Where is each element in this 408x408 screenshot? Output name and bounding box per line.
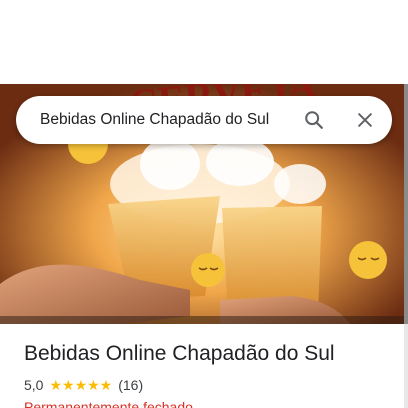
- rating-row[interactable]: 5,0 ★★★★★ (16): [24, 376, 394, 394]
- place-info: Bebidas Online Chapadão do Sul 5,0 ★★★★★…: [24, 340, 394, 408]
- top-blank-area: [0, 0, 408, 84]
- place-title: Bebidas Online Chapadão do Sul: [24, 342, 335, 365]
- search-button[interactable]: [298, 104, 330, 136]
- review-count[interactable]: (16): [118, 376, 143, 394]
- place-panel: CERVEJA Bebidas Online Chapadã: [0, 0, 408, 408]
- rating-value: 5,0: [24, 377, 44, 393]
- status-badge: Permanentemente fechado: [24, 399, 193, 408]
- search-box[interactable]: Bebidas Online Chapadão do Sul: [16, 96, 392, 144]
- scrollbar-thumb[interactable]: [404, 84, 408, 324]
- search-input[interactable]: Bebidas Online Chapadão do Sul: [40, 96, 269, 144]
- close-icon: [358, 113, 372, 127]
- close-button[interactable]: [349, 104, 381, 136]
- search-icon: [305, 111, 323, 129]
- star-rating-icon: ★★★★★: [49, 377, 113, 393]
